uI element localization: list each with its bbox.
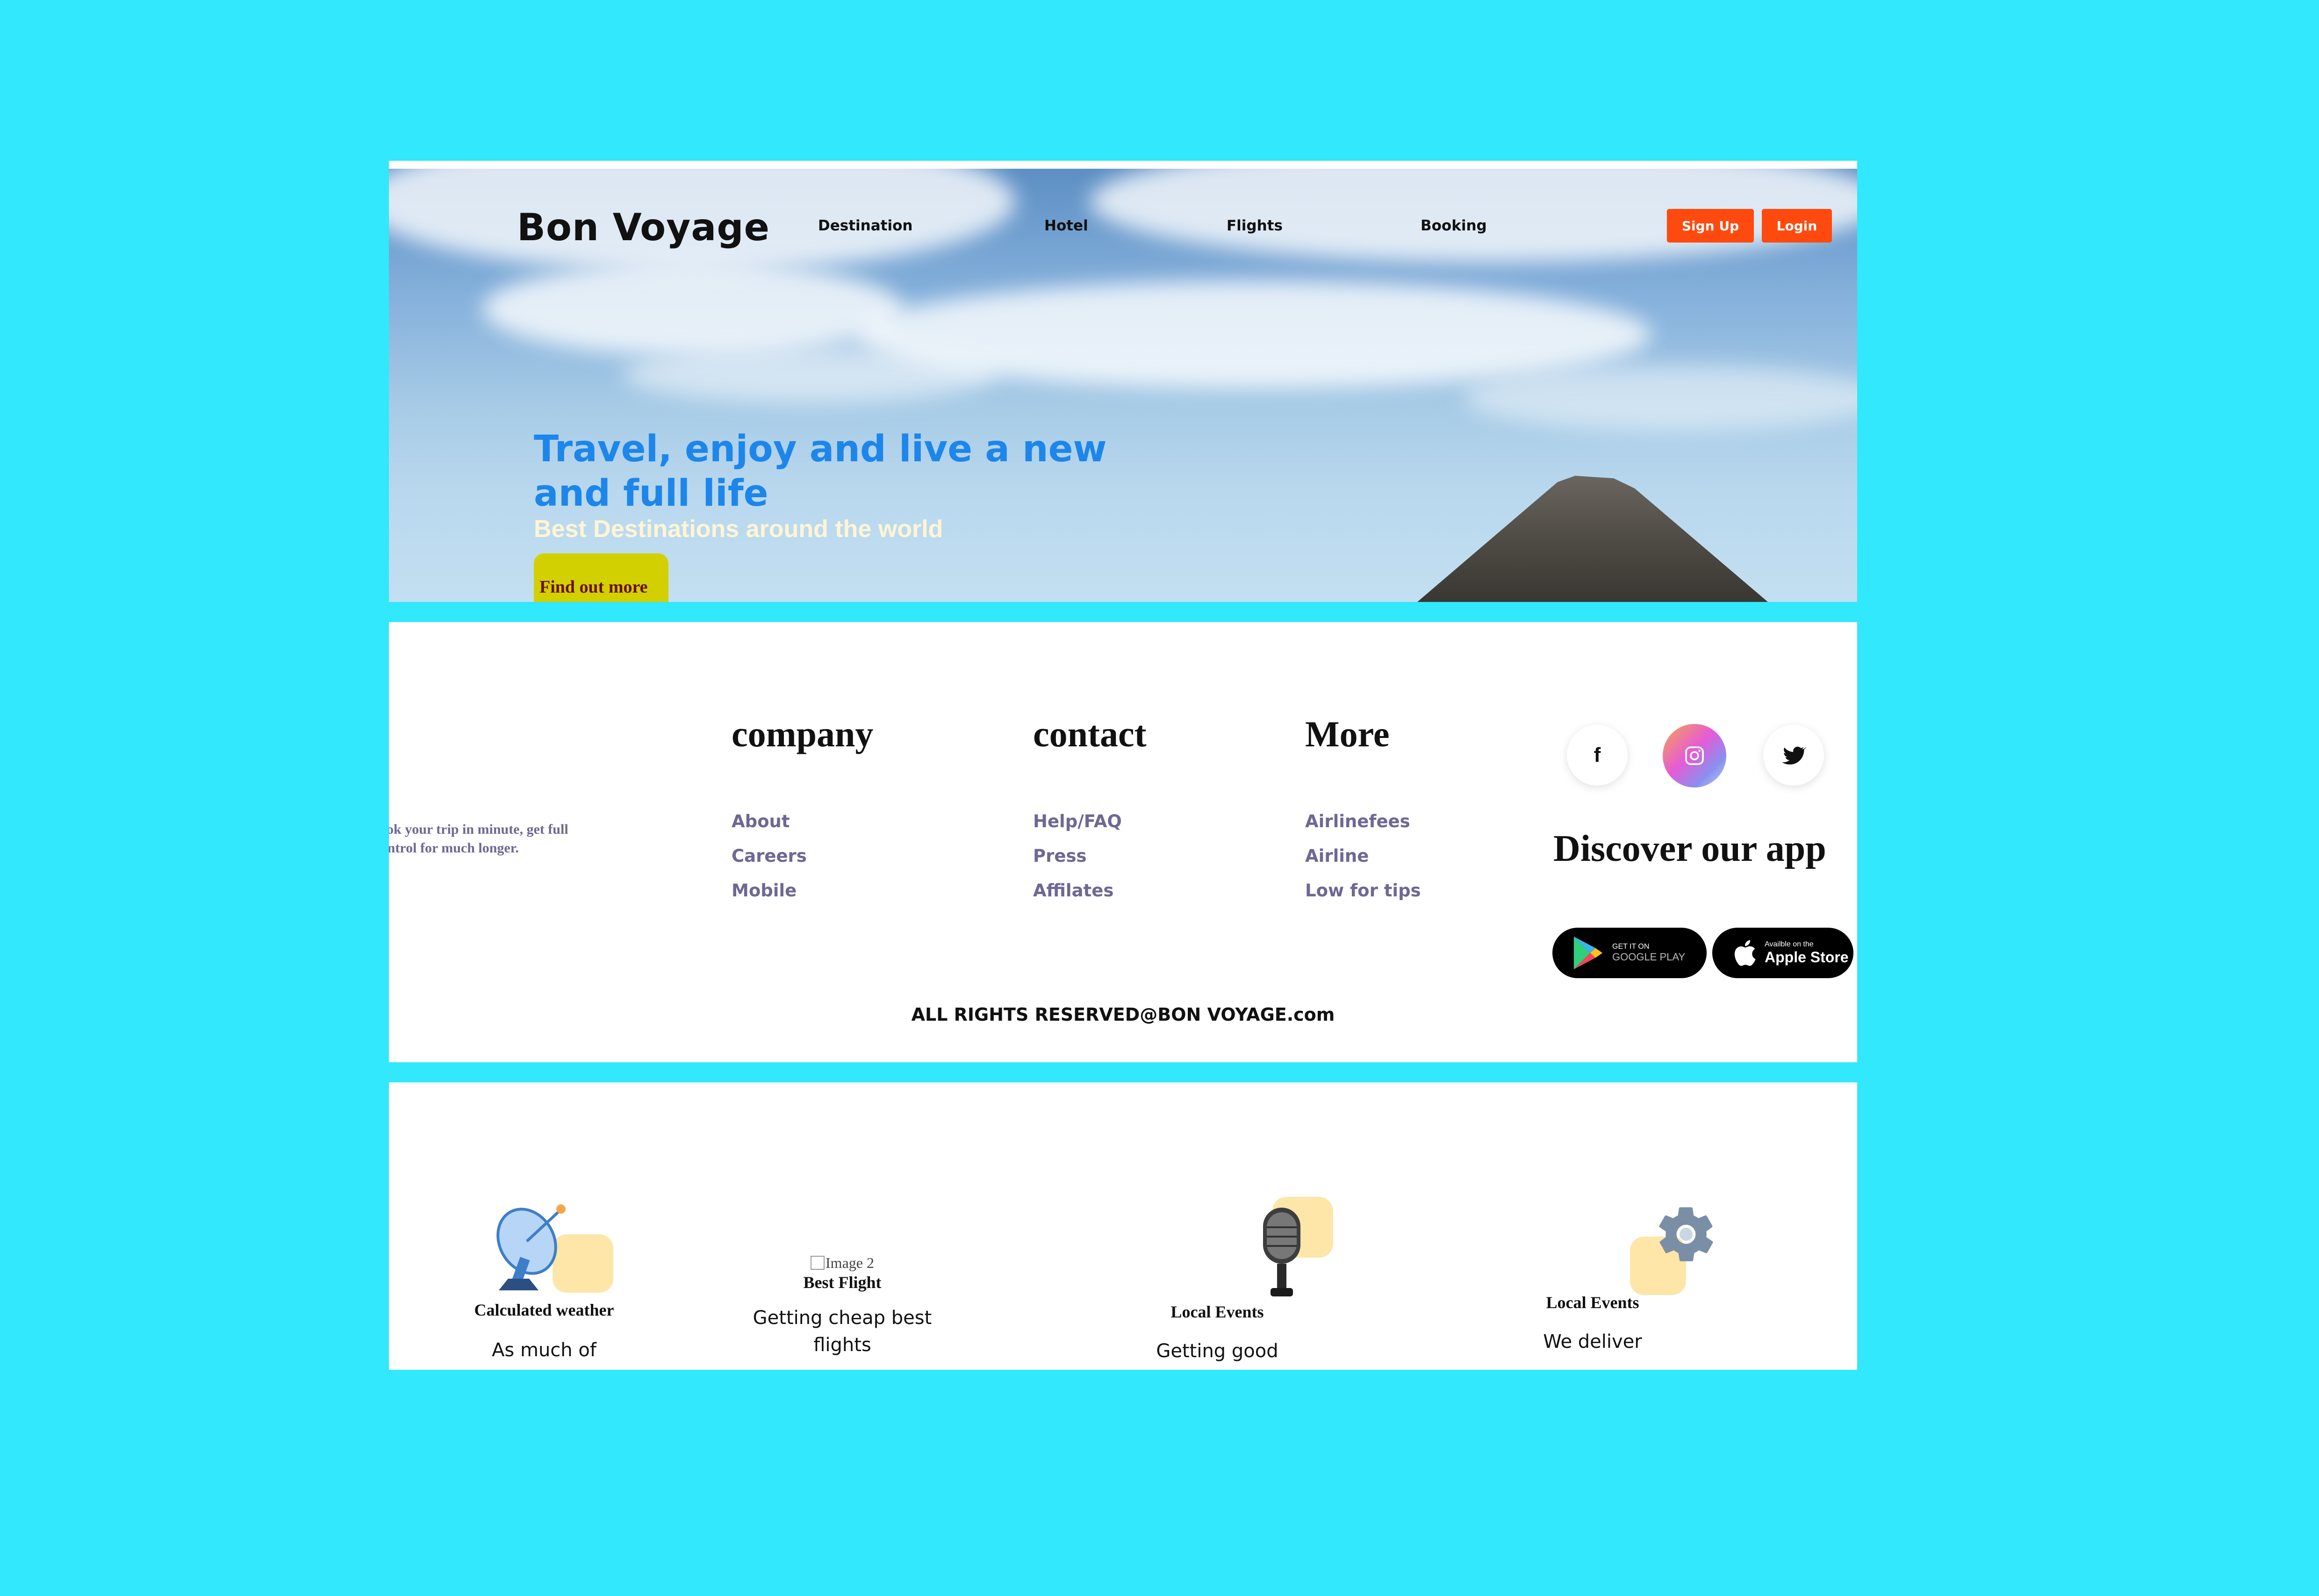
apple-store-small-text: Availble on the <box>1765 940 1814 948</box>
google-play-small-text: GET IT ON <box>1612 943 1650 951</box>
facebook-letter: f <box>1594 744 1601 766</box>
copyright-text: ALL RIGHTS RESERVED@BON VOYAGE.com <box>911 1004 1335 1025</box>
nav-flights[interactable]: Flights <box>1227 217 1283 234</box>
instagram-icon[interactable] <box>1663 724 1726 787</box>
gear-icon <box>1659 1207 1713 1261</box>
find-out-more-button[interactable]: Find out more <box>534 553 668 602</box>
feature-weather-title: Calculated weather <box>474 1301 614 1319</box>
hero-section: Bon Voyage Destination Hotel Flights Boo… <box>389 161 1857 602</box>
feature-delivery: Local Events We deliver <box>1429 1293 1756 1355</box>
google-play-button[interactable]: GET IT ON GOOGLE PLAY <box>1552 928 1707 978</box>
link-careers[interactable]: Careers <box>732 846 807 866</box>
more-heading: More <box>1305 714 1390 754</box>
sign-up-button[interactable]: Sign Up <box>1667 209 1754 243</box>
company-heading: company <box>732 714 874 754</box>
apple-store-big-text: Apple Store <box>1765 948 1849 966</box>
link-press[interactable]: Press <box>1033 846 1087 866</box>
broken-image-icon: Image 2 <box>679 1254 1006 1272</box>
facebook-icon[interactable]: f <box>1567 725 1628 786</box>
feature-weather-desc: As much of <box>492 1339 596 1361</box>
link-affilates[interactable]: Affilates <box>1033 880 1113 901</box>
footer-tagline: Book your trip in minute, get full Contr… <box>389 822 568 856</box>
logo[interactable]: Bon Voyage <box>517 206 770 249</box>
link-airlinefees[interactable]: Airlinefees <box>1305 811 1410 831</box>
twitter-icon[interactable] <box>1763 725 1824 786</box>
link-airline[interactable]: Airline <box>1305 846 1369 866</box>
link-mobile[interactable]: Mobile <box>732 880 797 901</box>
nav-destination[interactable]: Destination <box>818 217 912 234</box>
link-low-for-tips[interactable]: Low for tips <box>1305 880 1421 901</box>
feature-events: Local Events Getting good <box>1054 1302 1381 1365</box>
mountain-image <box>1417 476 1768 602</box>
apple-store-button[interactable]: Availble on the Apple Store <box>1712 928 1853 978</box>
find-out-more-label: Find out more <box>539 577 648 597</box>
apple-icon <box>1734 940 1756 966</box>
google-play-icon <box>1573 937 1603 969</box>
satellite-dish-icon <box>496 1204 566 1290</box>
login-button[interactable]: Login <box>1762 209 1832 243</box>
hero-subtitle: Best Destinations around the world <box>534 515 943 543</box>
microphone-icon <box>1263 1208 1300 1296</box>
feature-delivery-title: Local Events <box>1546 1293 1639 1312</box>
feature-delivery-desc: We deliver <box>1543 1331 1642 1353</box>
feature-flight-desc: Getting cheap best flights <box>753 1307 932 1356</box>
link-about[interactable]: About <box>732 811 790 831</box>
discover-app-heading: Discover our app <box>1553 828 1826 869</box>
feature-events-desc: Getting good <box>1156 1340 1278 1362</box>
feature-flight-title: Best Flight <box>803 1273 882 1292</box>
feature-weather: Calculated weather As much of <box>389 1300 708 1364</box>
instagram-glyph <box>1685 746 1704 765</box>
broken-image-alt-text: Image 2 <box>826 1254 874 1271</box>
nav-booking[interactable]: Booking <box>1421 217 1487 234</box>
twitter-bird-glyph <box>1782 746 1806 765</box>
hero-title: Travel, enjoy and live a new and full li… <box>534 428 1107 515</box>
footer-section: Book your trip in minute, get full Contr… <box>389 622 1857 1062</box>
nav-hotel[interactable]: Hotel <box>1044 217 1088 234</box>
feature-flight: Image 2 Best Flight Getting cheap best f… <box>679 1254 1006 1359</box>
feature-events-title: Local Events <box>1170 1303 1264 1321</box>
contact-heading: contact <box>1033 714 1147 754</box>
link-help-faq[interactable]: Help/FAQ <box>1033 811 1122 831</box>
features-section: Calculated weather As much of Image 2 Be… <box>389 1082 1857 1370</box>
google-play-big-text: GOOGLE PLAY <box>1612 951 1686 963</box>
